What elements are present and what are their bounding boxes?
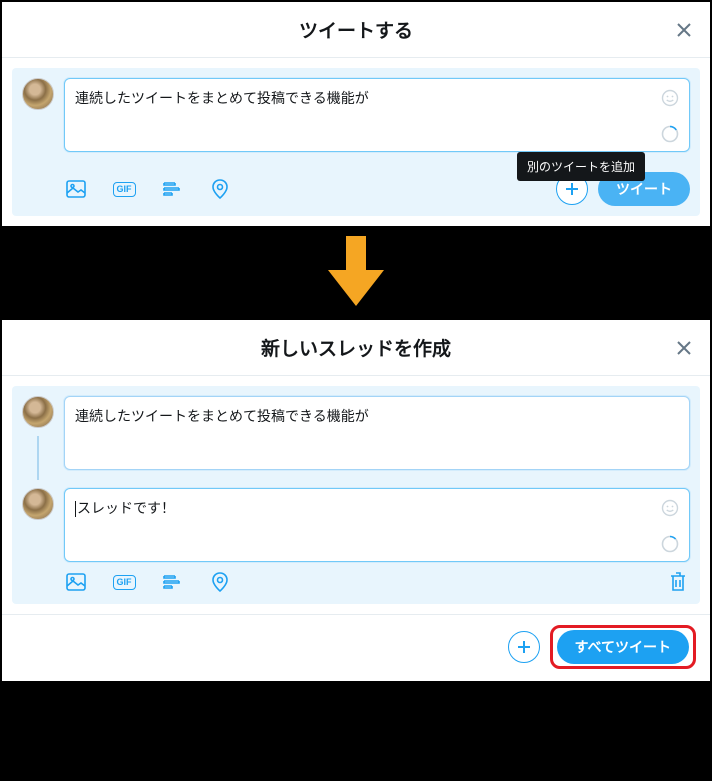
arrow-divider (0, 228, 712, 318)
close-button[interactable] (672, 336, 696, 360)
tweet-textarea-1[interactable]: 連続したツイートをまとめて投稿できる機能が (64, 396, 690, 470)
compose-dialog-thread: 新しいスレッドを作成 連続したツイートをまとめて投稿できる機能が スレッドです！ (0, 318, 712, 683)
poll-button[interactable] (160, 570, 184, 594)
tweet-text: 連続したツイートをまとめて投稿できる機能が (75, 407, 653, 427)
compose-area: 連続したツイートをまとめて投稿できる機能が 別のツイートを追加 GIF (12, 68, 700, 216)
avatar (22, 78, 54, 110)
compose-row-2: スレッドです！ (22, 488, 690, 562)
tweet-textarea[interactable]: 連続したツイートをまとめて投稿できる機能が 別のツイートを追加 (64, 78, 690, 152)
compose-row-1: 連続したツイートをまとめて投稿できる機能が (22, 396, 690, 470)
emoji-button[interactable] (661, 89, 679, 107)
trash-icon (668, 571, 688, 593)
gif-button[interactable]: GIF (112, 177, 136, 201)
compose-toolbar: GIF (22, 562, 690, 594)
highlight-box: すべてツイート (550, 625, 696, 669)
poll-icon (161, 178, 183, 200)
close-icon (675, 21, 693, 39)
poll-icon (161, 571, 183, 593)
location-button[interactable] (208, 570, 232, 594)
dialog-footer: すべてツイート (2, 614, 710, 681)
delete-tweet-button[interactable] (666, 570, 690, 594)
plus-icon (516, 639, 532, 655)
tweet-text: 連続したツイートをまとめて投稿できる機能が (75, 89, 653, 109)
compose-row: 連続したツイートをまとめて投稿できる機能が 別のツイートを追加 (22, 78, 690, 152)
thread-connector (37, 436, 39, 480)
dialog-title: ツイートする (18, 16, 694, 43)
image-icon (65, 178, 87, 200)
media-button[interactable] (64, 570, 88, 594)
avatar (22, 396, 54, 428)
add-tweet-button[interactable] (508, 631, 540, 663)
compose-stack: 連続したツイートをまとめて投稿できる機能が スレッドです！ (22, 396, 690, 562)
tweet-text: スレッドです！ (75, 499, 653, 519)
down-arrow-icon (324, 236, 388, 306)
image-icon (65, 571, 87, 593)
add-tweet-tooltip: 別のツイートを追加 (517, 152, 645, 181)
gif-icon: GIF (113, 182, 136, 197)
close-button[interactable] (672, 18, 696, 42)
poll-button[interactable] (160, 177, 184, 201)
dialog-header: ツイートする (2, 2, 710, 58)
dialog-header: 新しいスレッドを作成 (2, 320, 710, 376)
media-button[interactable] (64, 177, 88, 201)
plus-icon (564, 181, 580, 197)
location-icon (209, 571, 231, 593)
character-count-icon (661, 125, 679, 143)
gif-button[interactable]: GIF (112, 570, 136, 594)
gif-icon: GIF (113, 575, 136, 590)
compose-dialog-single: ツイートする 連続したツイートをまとめて投稿できる機能が 別のツイートを追加 (0, 0, 712, 228)
emoji-button[interactable] (661, 499, 679, 517)
tweet-all-button[interactable]: すべてツイート (557, 630, 689, 664)
character-count-icon (661, 535, 679, 553)
location-icon (209, 178, 231, 200)
tweet-textarea-2[interactable]: スレッドです！ (64, 488, 690, 562)
location-button[interactable] (208, 177, 232, 201)
avatar (22, 488, 54, 520)
compose-area: 連続したツイートをまとめて投稿できる機能が スレッドです！ (12, 386, 700, 604)
close-icon (675, 339, 693, 357)
dialog-title: 新しいスレッドを作成 (18, 334, 694, 361)
